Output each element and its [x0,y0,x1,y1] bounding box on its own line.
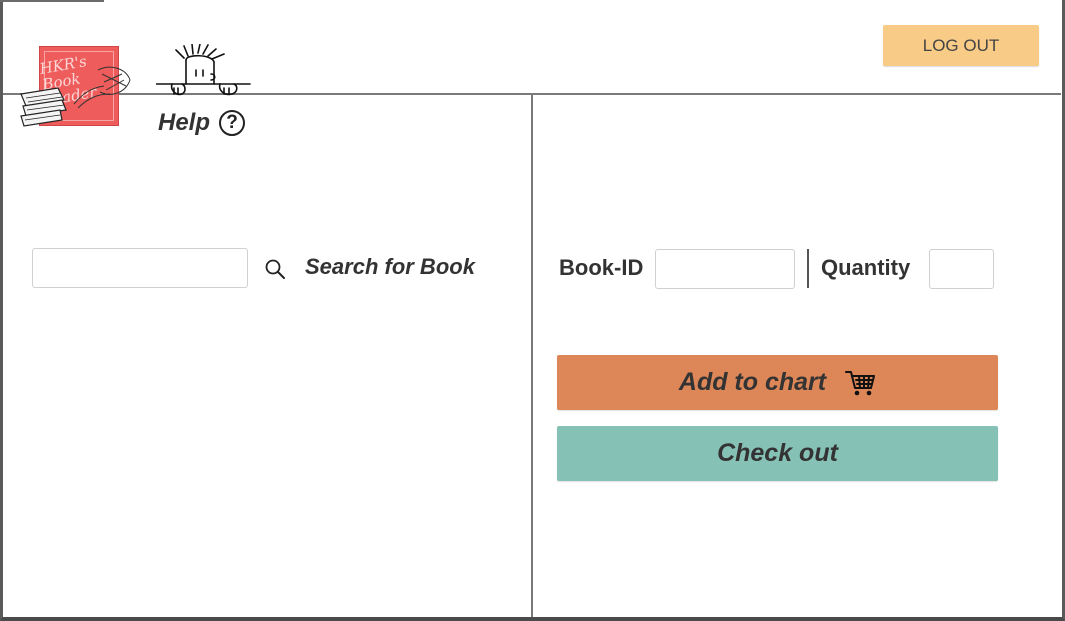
search-icon[interactable] [264,258,286,280]
quantity-field[interactable] [929,249,994,289]
book-id-field[interactable] [655,249,795,289]
field-separator [807,249,809,288]
help-label: Help [158,109,211,136]
add-to-chart-label: Add to chart [678,368,827,396]
top-edge-marker [0,0,104,2]
peeking-character-icon [156,44,251,96]
book-id-label: Book-ID [559,255,644,280]
help-link[interactable]: Help ? [158,106,246,140]
panel-divider [531,95,533,617]
search-input[interactable] [32,248,248,288]
logout-button[interactable]: LOG OUT [883,25,1039,66]
cart-icon [845,370,876,395]
books-stack-icon [20,66,131,127]
add-to-chart-button[interactable]: Add to chart [557,355,998,410]
question-circle-icon[interactable]: ? [219,110,246,136]
quantity-label: Quantity [821,255,911,280]
search-for-book-label: Search for Book [305,254,475,279]
check-out-button[interactable]: Check out [557,426,998,481]
book-trader-logo: HKR's Book Trader [18,44,133,128]
